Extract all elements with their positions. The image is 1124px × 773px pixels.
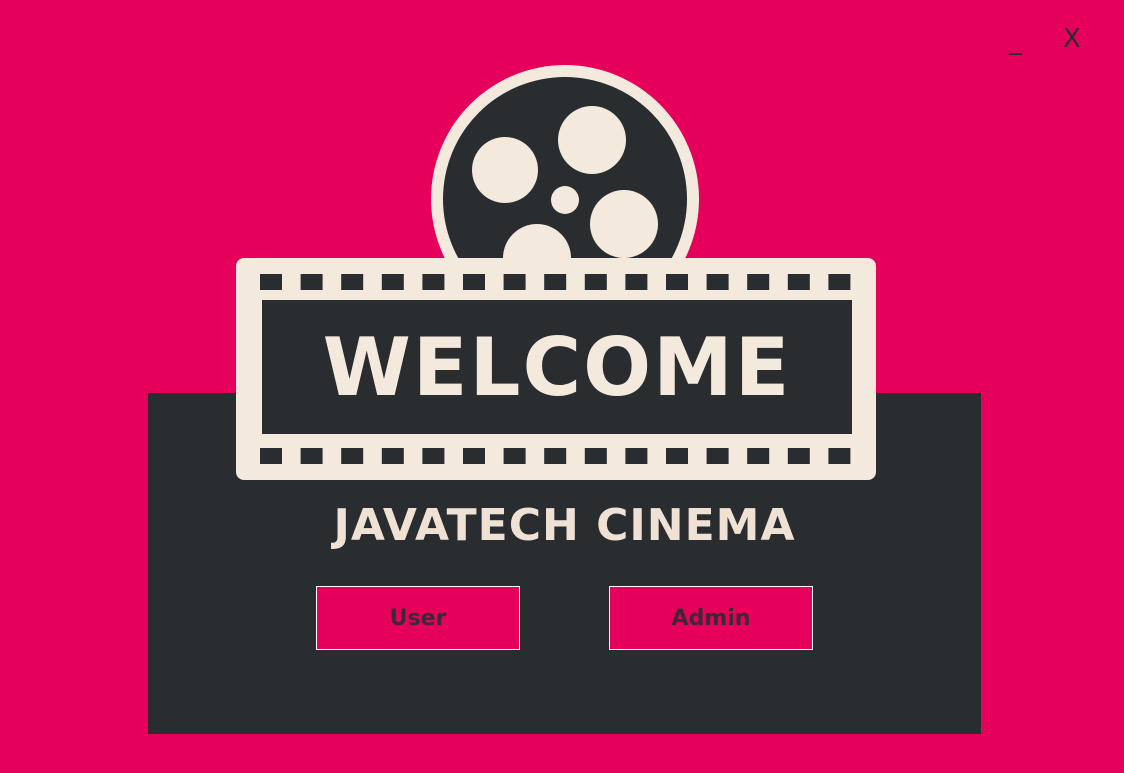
- film-perforation: [666, 448, 688, 464]
- film-perforation: [544, 448, 567, 464]
- user-button[interactable]: User: [316, 586, 520, 650]
- film-perforation: [706, 274, 729, 290]
- admin-button[interactable]: Admin: [609, 586, 813, 650]
- welcome-heading: WELCOME: [322, 320, 792, 414]
- film-perforation: [381, 274, 404, 290]
- film-perforation: [828, 448, 851, 464]
- film-perforation: [747, 274, 770, 290]
- welcome-window: _ X WELCOME JAVATECH CINEMA User Admin: [0, 0, 1124, 773]
- close-button[interactable]: X: [1063, 26, 1081, 52]
- film-perforation: [503, 448, 526, 464]
- film-perforation: [747, 448, 770, 464]
- film-perforation: [300, 448, 323, 464]
- film-perforation: [584, 448, 607, 464]
- film-perforation: [706, 448, 729, 464]
- film-perforation: [300, 274, 323, 290]
- cinema-title: JAVATECH CINEMA: [333, 500, 796, 551]
- film-perforation: [260, 274, 282, 290]
- minimize-button[interactable]: _: [1009, 28, 1022, 54]
- film-perforation: [422, 274, 445, 290]
- film-perforation: [463, 274, 485, 290]
- film-perforation: [422, 448, 445, 464]
- film-perforation: [260, 448, 282, 464]
- film-perforation: [828, 274, 851, 290]
- film-perforation: [463, 448, 485, 464]
- film-perforation: [341, 448, 364, 464]
- film-perforation: [625, 448, 648, 464]
- film-perforation: [503, 274, 526, 290]
- film-perforation: [625, 274, 648, 290]
- film-perforation: [584, 274, 607, 290]
- film-perforation: [381, 448, 404, 464]
- film-perforation: [666, 274, 688, 290]
- film-perforation: [787, 274, 810, 290]
- film-perforation: [544, 274, 567, 290]
- film-perforation: [341, 274, 364, 290]
- film-perforation: [787, 448, 810, 464]
